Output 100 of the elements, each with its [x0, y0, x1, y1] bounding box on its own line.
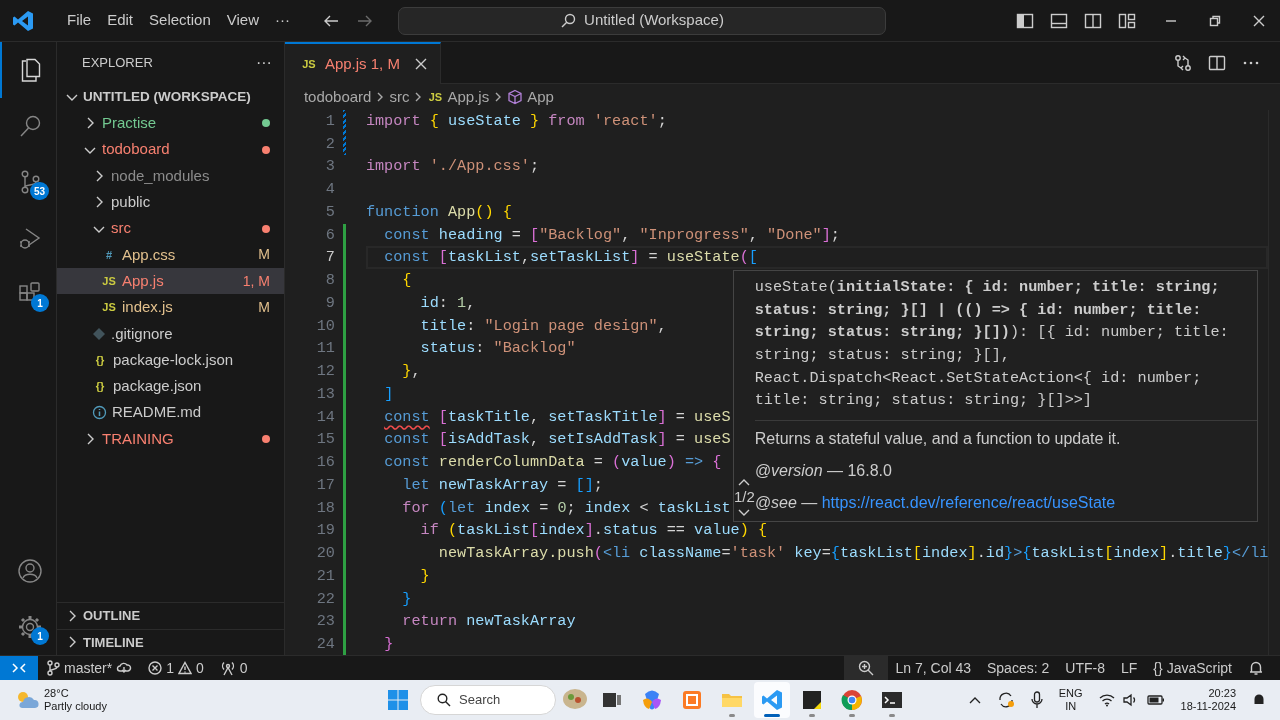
tree-item-label: package-lock.json [113, 349, 234, 370]
close-icon[interactable] [413, 57, 428, 71]
running-indicator [729, 714, 735, 717]
search-icon [437, 693, 451, 707]
code-line: const [taskTitle, setTaskTitle] = useS [383, 407, 731, 426]
menu-item[interactable]: Edit [99, 5, 142, 36]
tree-item[interactable]: Practise [57, 110, 284, 137]
line-number: 16 [315, 452, 335, 474]
notification-badge: 53 [29, 182, 49, 200]
doc-tag: @see — https://react.dev/reference/react/useState [754, 487, 1257, 520]
doc-tag: @version — 16.8.0 [754, 455, 1257, 488]
code-line: import './App.css'; [365, 157, 540, 176]
toggle-panel-icon[interactable] [1050, 11, 1068, 30]
taskbar-search[interactable]: Search [420, 685, 556, 715]
breadcrumb-item[interactable]: todoboard [303, 85, 372, 109]
tree-item-label: README.md [112, 402, 202, 423]
windows-logo [387, 689, 409, 711]
remote-button[interactable] [0, 655, 38, 681]
page-counter: 1/2 [733, 487, 755, 508]
section-header[interactable]: OUTLINE [57, 602, 284, 629]
microphone-icon[interactable] [1030, 691, 1043, 709]
breadcrumb-item[interactable]: App [527, 85, 554, 109]
running-indicator [849, 714, 855, 717]
control-panel-icon [680, 688, 704, 712]
code-line: function App() { [365, 202, 512, 221]
tree-item[interactable]: TRAINING [57, 425, 284, 453]
more-menu-button[interactable]: ··· [267, 5, 298, 36]
bell-icon [1248, 660, 1264, 676]
menu-item[interactable]: View [218, 5, 267, 36]
ports-status[interactable]: 0 [211, 655, 256, 681]
tree-item[interactable]: {} package.json [57, 373, 284, 400]
activity-bar-button[interactable]: 1 [0, 599, 57, 655]
command-center-search[interactable]: Untitled (Workspace) [398, 6, 886, 35]
code-line: const renderColumnData = (value) => { [383, 453, 722, 472]
code-line: }, [401, 362, 421, 381]
weather-widget[interactable]: 28°C Partly cloudy [0, 687, 380, 713]
code-line: return newTaskArray [401, 612, 576, 631]
line-number: 20 [315, 543, 335, 565]
close-icon[interactable] [1252, 13, 1266, 28]
split-editor-icon[interactable] [1208, 53, 1226, 72]
more-actions-button[interactable]: ··· [255, 51, 272, 75]
tree-item[interactable]: .gitignore [57, 320, 284, 347]
branch-icon [46, 660, 60, 676]
status-item[interactable]: Ln 7, Col 43 [887, 655, 979, 681]
tree-item[interactable]: # App.css M [57, 241, 284, 269]
sync-icon[interactable] [996, 691, 1015, 709]
language-status[interactable]: {} JavaScript [1145, 655, 1240, 681]
tree-item[interactable]: JS App.js 1, M [57, 268, 284, 295]
menu-item[interactable]: File [59, 5, 100, 36]
antenna-icon [219, 660, 236, 676]
input-language[interactable]: ENG IN [1058, 687, 1083, 713]
tree-item-label: package.json [113, 376, 202, 397]
tree-item[interactable]: README.md [57, 399, 284, 426]
doc-link[interactable]: https://react.dev/reference/react/useState [821, 491, 1116, 516]
search-icon [560, 12, 577, 29]
code-line: import { useState } from 'react'; [365, 111, 667, 130]
activity-bar-button[interactable]: 1 [0, 266, 57, 322]
line-number: 14 [315, 406, 335, 428]
toggle-sidebar-icon[interactable] [1016, 11, 1034, 30]
line-number: 3 [324, 156, 335, 178]
branch-status[interactable]: master* [38, 655, 141, 681]
tree-item-label: node_modules [111, 165, 210, 186]
restore-icon[interactable] [1208, 13, 1222, 28]
customize-layout-icon[interactable] [1118, 11, 1136, 30]
editor-tab[interactable]: JS App.js 1, M [284, 42, 441, 84]
wifi-icon[interactable] [1098, 693, 1115, 707]
tree-item[interactable]: todoboard [57, 136, 284, 163]
taskbar-app[interactable] [754, 682, 790, 718]
status-item[interactable]: Spaces: 2 [979, 655, 1058, 681]
vscode-logo [11, 8, 35, 33]
battery-icon[interactable] [1146, 694, 1165, 706]
code-line: } [383, 635, 394, 654]
running-indicator [764, 714, 780, 717]
tree-item[interactable]: src [57, 215, 284, 242]
zoom-status[interactable] [843, 655, 888, 681]
sidebar-title: EXPLORER [82, 54, 153, 73]
tree-item[interactable]: public [57, 189, 284, 216]
activity-bar-button[interactable]: 53 [0, 154, 57, 210]
compare-changes-icon[interactable] [1174, 53, 1192, 72]
problems-status[interactable]: 1 0 [140, 655, 212, 681]
cube-icon [507, 88, 524, 105]
code-line: status: "Backlog" [419, 339, 576, 358]
tree-item[interactable]: {} package-lock.json [57, 346, 284, 374]
workspace-header[interactable]: UNTITLED (WORKSPACE) [57, 84, 284, 111]
status-item[interactable]: LF [1112, 655, 1146, 681]
git-status-label: M [258, 298, 270, 317]
breadcrumb-item[interactable]: src [389, 85, 410, 109]
clock[interactable]: 20:23 18-11-2024 [1180, 687, 1236, 713]
line-number: 12 [315, 361, 335, 383]
split-layout-icon[interactable] [1084, 11, 1102, 30]
tree-item[interactable]: JS index.js M [57, 294, 284, 321]
git-status-label: M [258, 245, 270, 265]
tree-item-label: .gitignore [111, 323, 173, 344]
status-item[interactable]: UTF-8 [1057, 655, 1113, 681]
chevron-down-icon[interactable] [738, 508, 751, 517]
menu-item[interactable]: Selection [141, 5, 219, 36]
chevron-up-icon[interactable] [968, 696, 981, 704]
breadcrumb-item[interactable]: App.js [447, 85, 490, 109]
tree-item[interactable]: node_modules [57, 162, 284, 190]
git-status-label: 1, M [242, 271, 270, 291]
